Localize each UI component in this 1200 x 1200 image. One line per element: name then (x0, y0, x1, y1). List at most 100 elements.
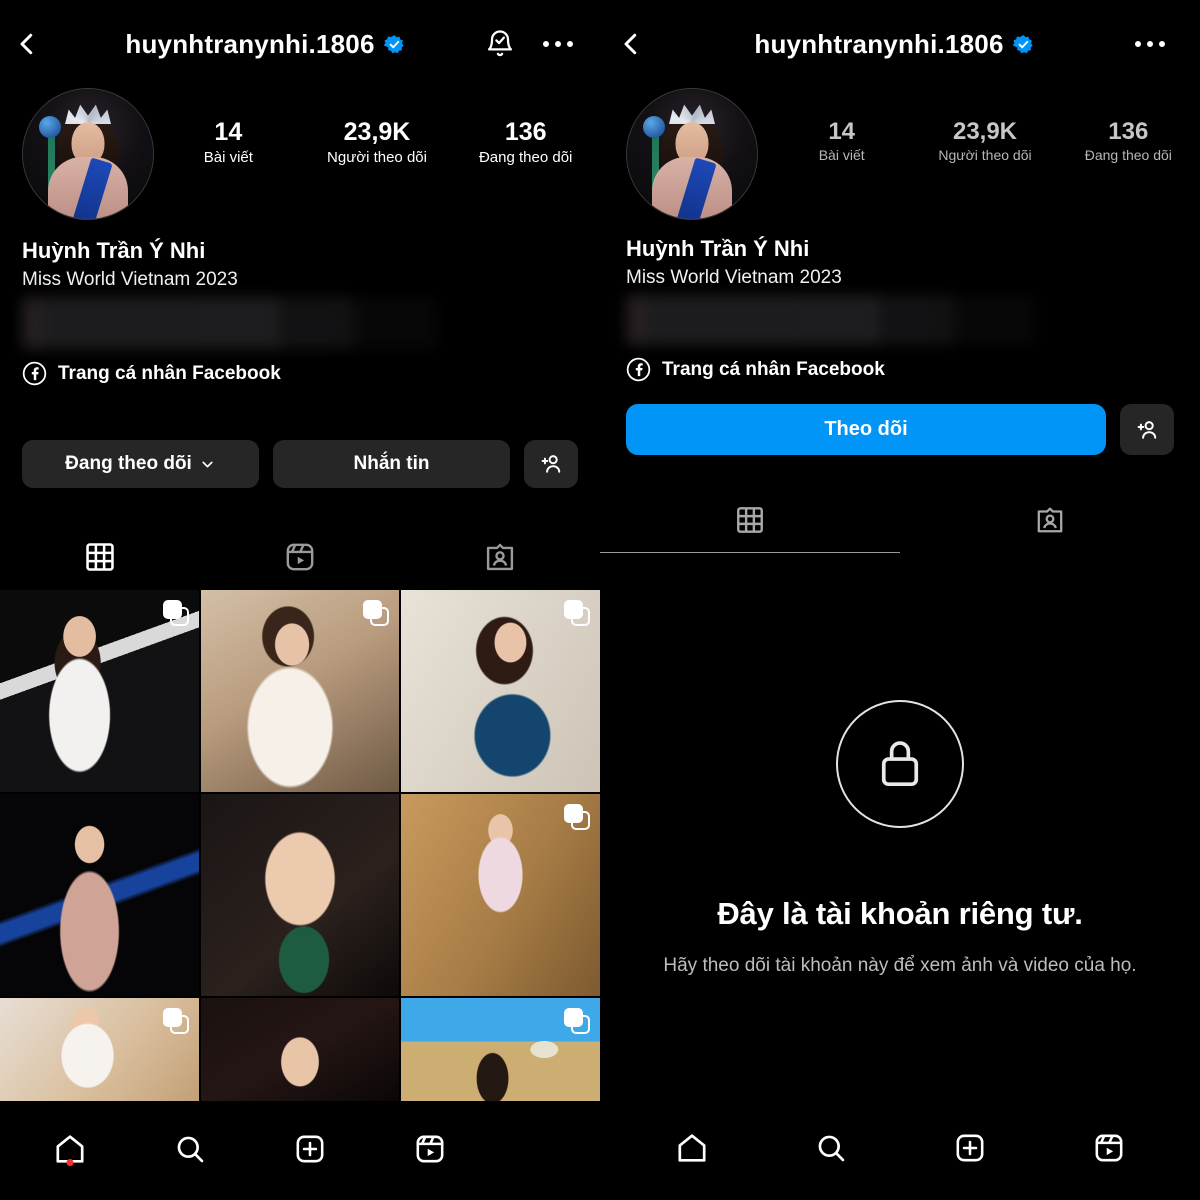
tab-grid[interactable] (600, 487, 900, 553)
verified-badge-icon (383, 34, 404, 53)
left-bottom-nav (0, 1112, 600, 1200)
grid-icon (86, 543, 114, 571)
profile-fullname: Huỳnh Trần Ý Nhi (22, 238, 206, 263)
nav-reels[interactable] (1039, 1112, 1178, 1184)
right-action-buttons: Theo dõi (600, 404, 1200, 456)
nav-search[interactable] (761, 1112, 900, 1184)
left-header-actions (476, 20, 600, 68)
stat-posts[interactable]: 14 Bài viết (154, 118, 303, 167)
nav-home[interactable] (10, 1112, 130, 1186)
post-subject (200, 794, 400, 997)
stat-following[interactable]: 136 Đang theo dõi (1057, 118, 1200, 165)
carousel-icon (564, 1008, 590, 1035)
right-bio: Huỳnh Trần Ý Nhi Miss World Vietnam 2023… (600, 220, 1200, 382)
back-button[interactable] (600, 29, 662, 59)
following-button[interactable]: Đang theo dõi (22, 440, 259, 489)
right-profile-screen: huynhtranynhi.1806 14 Bài viết 23,9K Ngư… (600, 0, 1200, 1200)
left-profile-top: 14 Bài viết 23,9K Người theo dõi 136 Đan… (0, 88, 600, 220)
follow-button-label: Theo dõi (824, 418, 908, 441)
stat-following-value: 136 (1108, 118, 1149, 145)
stat-followers-value: 23,9K (343, 118, 411, 146)
nav-reels[interactable] (370, 1112, 490, 1186)
tagged-icon (1037, 507, 1063, 533)
grid-cell[interactable] (401, 998, 600, 1102)
facebook-link[interactable]: Trang cá nhân Facebook (626, 357, 1178, 382)
add-person-button[interactable] (1120, 404, 1174, 456)
grid-cell[interactable] (0, 794, 199, 997)
username-group[interactable]: huynhtranynhi.1806 (662, 29, 1126, 60)
facebook-link-label: Trang cá nhân Facebook (58, 362, 281, 384)
add-person-button[interactable] (524, 440, 578, 489)
left-stats: 14 Bài viết 23,9K Người theo dõi 136 Đan… (154, 88, 600, 167)
lock-icon (836, 700, 964, 828)
right-profile-tabs (600, 487, 1200, 553)
dual-screenshot-comparison: huynhtranynhi.1806 14 Bài viết 23,9K Ngư… (0, 0, 1200, 1200)
left-profile-screen: huynhtranynhi.1806 14 Bài viết 23,9K Ngư… (0, 0, 600, 1200)
username-text: huynhtranynhi.1806 (754, 28, 1004, 59)
message-button[interactable]: Nhắn tin (273, 440, 510, 489)
create-icon (296, 1135, 324, 1163)
avatar-image (627, 89, 757, 219)
stat-following[interactable]: 136 Đang theo dõi (451, 118, 600, 167)
private-title: Đây là tài khoản riêng tư. (717, 896, 1083, 931)
grid-icon (737, 507, 763, 534)
stat-posts-value: 14 (828, 118, 856, 145)
grid-cell[interactable] (200, 998, 400, 1102)
grid-cell[interactable] (401, 794, 600, 997)
reels-icon (416, 1135, 444, 1163)
stat-posts-value: 14 (214, 118, 243, 146)
lock-icon-wrap (634, 700, 1166, 828)
stat-following-label: Đang theo dõi (478, 148, 573, 166)
add-person-icon (541, 455, 561, 474)
private-subtitle: Hãy theo dõi tài khoản này để xem ảnh và… (663, 955, 1137, 976)
profile-fullname: Huỳnh Trần Ý Nhi (626, 236, 810, 261)
grid-cell[interactable] (200, 794, 400, 997)
right-stats: 14 Bài viết 23,9K Người theo dõi 136 Đan… (758, 88, 1200, 165)
username-group[interactable]: huynhtranynhi.1806 (54, 29, 476, 60)
bell-check-icon[interactable] (476, 20, 524, 68)
private-account-notice: Đây là tài khoản riêng tư. Hãy theo dõi … (600, 700, 1200, 981)
more-options-icon[interactable] (1126, 20, 1174, 68)
stat-following-label: Đang theo dõi (1084, 147, 1172, 164)
username-text: huynhtranynhi.1806 (125, 28, 375, 59)
stat-posts-label: Bài viết (818, 147, 865, 164)
right-profile-top: 14 Bài viết 23,9K Người theo dõi 136 Đan… (600, 88, 1200, 220)
back-button[interactable] (0, 29, 54, 59)
follow-button[interactable]: Theo dõi (626, 404, 1106, 456)
stat-posts[interactable]: 14 Bài viết (770, 118, 913, 165)
nav-create[interactable] (250, 1112, 370, 1186)
reels-icon (1095, 1134, 1122, 1162)
facebook-icon (626, 358, 651, 382)
stat-followers[interactable]: 23,9K Người theo dõi (913, 118, 1056, 165)
more-options-icon[interactable] (534, 20, 582, 68)
profile-title: Miss World Vietnam 2023 (626, 266, 842, 288)
stat-followers-label: Người theo dõi (327, 148, 427, 166)
avatar-image (23, 89, 153, 219)
grid-cell[interactable] (401, 590, 600, 793)
grid-cell[interactable] (200, 590, 400, 793)
carousel-icon (564, 804, 590, 831)
redacted-bio-line (626, 295, 1036, 346)
tab-tagged[interactable] (900, 487, 1200, 553)
search-icon (177, 1136, 204, 1163)
facebook-link[interactable]: Trang cá nhân Facebook (22, 361, 578, 386)
left-header: huynhtranynhi.1806 (0, 0, 600, 88)
stat-followers[interactable]: 23,9K Người theo dõi (303, 118, 452, 167)
stat-following-value: 136 (504, 118, 547, 146)
avatar[interactable] (22, 88, 154, 220)
nav-home[interactable] (622, 1112, 761, 1184)
message-button-label: Nhắn tin (353, 453, 430, 475)
tab-reels[interactable] (200, 524, 400, 590)
grid-cell[interactable] (0, 590, 199, 793)
grid-cell[interactable] (0, 998, 199, 1102)
tab-tagged[interactable] (400, 524, 600, 590)
chevron-down-icon (202, 461, 213, 468)
avatar[interactable] (626, 88, 758, 220)
tab-grid[interactable] (0, 524, 200, 590)
nav-create[interactable] (900, 1112, 1039, 1184)
nav-search[interactable] (130, 1112, 250, 1186)
post-subject (0, 794, 199, 997)
carousel-icon (162, 1008, 189, 1035)
carousel-icon (564, 600, 590, 627)
left-profile-tabs (0, 524, 600, 590)
